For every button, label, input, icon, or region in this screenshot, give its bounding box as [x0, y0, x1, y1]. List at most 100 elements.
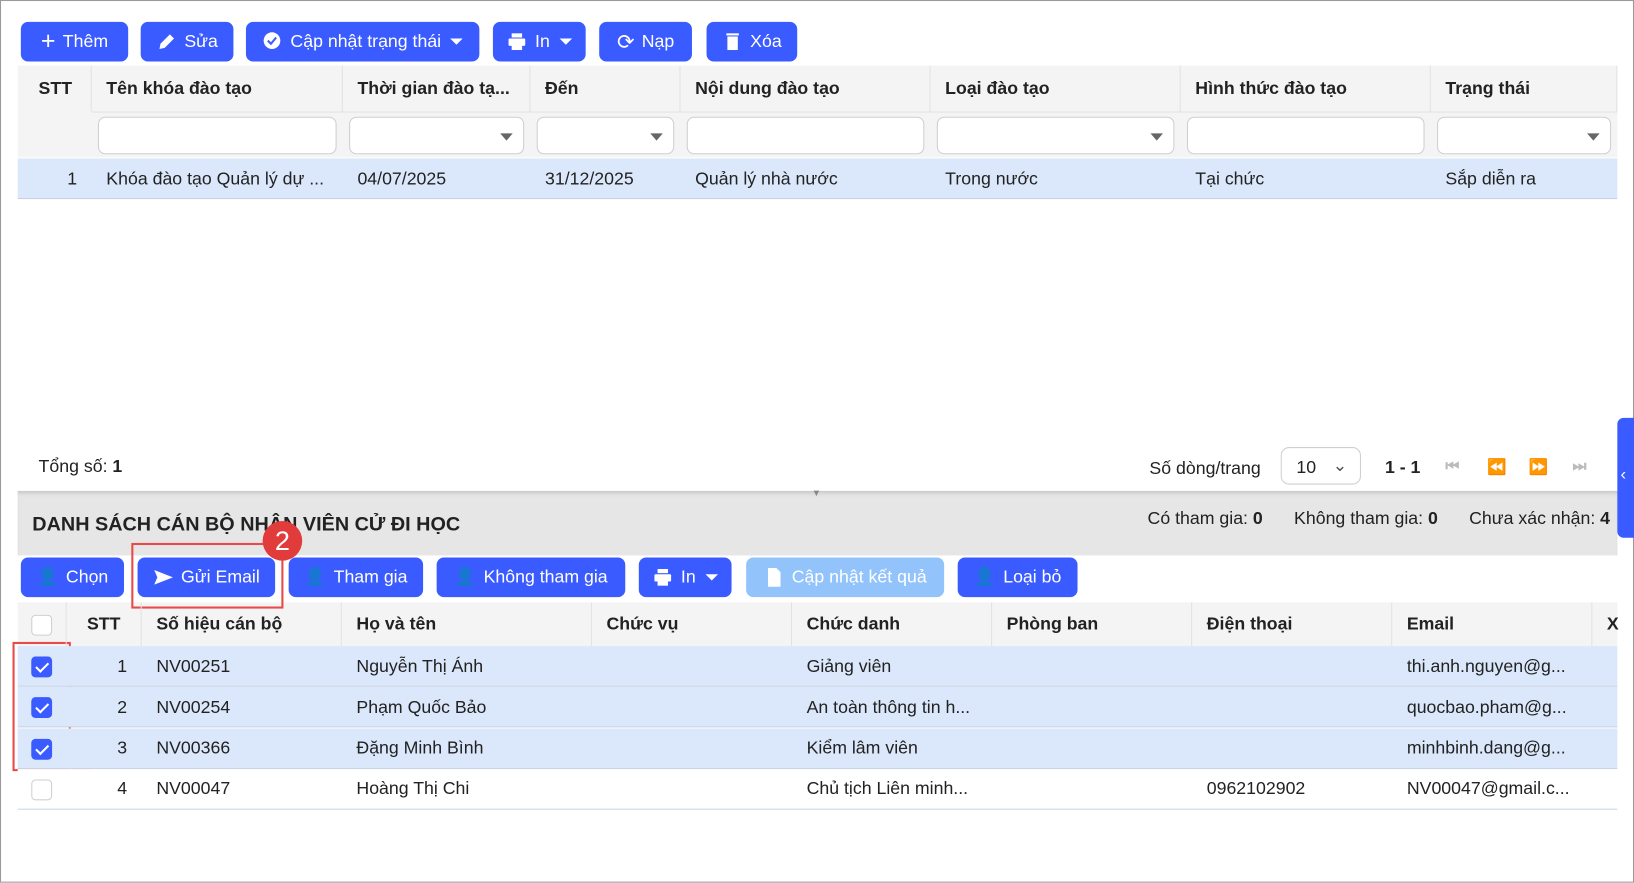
cell-title: Giảng viên	[806, 656, 892, 676]
delete-label: Xóa	[750, 31, 782, 52]
side-panel-toggle[interactable]: ‹	[1617, 417, 1634, 538]
row-checkbox[interactable]	[31, 697, 53, 719]
plus-icon: +	[40, 27, 56, 56]
column-filter-input[interactable]	[349, 116, 525, 155]
last-page-icon[interactable]: ⏭	[1573, 457, 1587, 475]
column-header[interactable]: STT	[18, 65, 92, 112]
cell-phone	[1192, 687, 1392, 728]
column-header[interactable]: Thời gian đào tạ...	[343, 65, 531, 112]
column-header[interactable]: Trạng thái	[1431, 65, 1618, 112]
join-button[interactable]: 👤 Tham gia	[288, 557, 424, 598]
print-button[interactable]: In	[492, 21, 586, 62]
staff-print-label: In	[680, 566, 696, 587]
column-header[interactable]: Phòng ban	[992, 602, 1193, 647]
reload-button[interactable]: ⟳ Nạp	[599, 21, 692, 62]
cell-email: quocbao.pham@g...	[1406, 696, 1567, 717]
update-result-label: Cập nhật kết quả	[791, 566, 927, 587]
update-result-button[interactable]: Cập nhật kết quả	[746, 557, 945, 598]
column-filter-input[interactable]	[1437, 116, 1612, 155]
column-filter-input[interactable]	[686, 116, 925, 155]
section-title: DANH SÁCH CÁN BỘ NHÂN VIÊN CỬ ĐI HỌC	[32, 513, 461, 536]
caret-down-icon	[450, 38, 464, 45]
table-row[interactable]: 4 NV00047 Hoàng Thị Chi Chủ tịch Liên minh.…	[17, 768, 1618, 810]
cell-to: 31/12/2025	[545, 168, 634, 189]
cell-form: Tại chức	[1195, 168, 1265, 189]
caret-down-icon	[559, 38, 572, 45]
attendance-stats: Có tham gia: 0 Không tham gia: 0 Chưa xá…	[1148, 509, 1611, 530]
caret-down-icon	[650, 133, 663, 141]
cell-title: Chủ tịch Liên minh...	[806, 778, 969, 799]
cell-position	[592, 646, 792, 687]
join-label: Tham gia	[333, 566, 408, 587]
column-header[interactable]: Tên khóa đào tạo	[92, 65, 343, 112]
page-size-select[interactable]: 10 ⌄	[1280, 447, 1361, 485]
edit-label: Sửa	[184, 31, 218, 52]
prev-page-icon[interactable]: ⏪	[1487, 457, 1506, 477]
next-page-icon[interactable]: ⏩	[1529, 457, 1548, 477]
choose-button[interactable]: 👤 Chọn	[20, 557, 125, 598]
column-filter-input[interactable]	[97, 116, 337, 155]
cell-code: NV00254	[156, 696, 231, 717]
cell-name: Khóa đào tạo Quản lý dự ...	[106, 168, 324, 189]
chevron-down-icon: ⌄	[1332, 455, 1348, 476]
total-count: Tổng số: 1	[38, 456, 123, 477]
header-divider	[65, 602, 67, 647]
document-icon	[767, 567, 781, 587]
cell-name: Hoàng Thị Chi	[356, 778, 470, 799]
row-checkbox[interactable]	[31, 738, 53, 760]
splitter-handle[interactable]: ▼	[812, 488, 821, 498]
add-button[interactable]: + Thêm	[20, 21, 129, 62]
column-header[interactable]: X	[1592, 602, 1619, 646]
update-status-label: Cập nhật trạng thái	[290, 31, 442, 52]
courses-table-row[interactable]: 1 Khóa đào tạo Quản lý dự ... 04/07/2025 31…	[17, 158, 1618, 200]
not-join-button[interactable]: 👤 Không tham gia	[436, 557, 626, 598]
update-status-button[interactable]: Cập nhật trạng thái	[245, 21, 480, 62]
cell-name: Nguyễn Thị Ánh	[356, 656, 484, 676]
stat-unconfirmed: Chưa xác nhận: 4	[1469, 508, 1611, 529]
user-minus-icon: 👤	[973, 566, 996, 587]
row-checkbox[interactable]	[31, 656, 53, 678]
column-filter-input[interactable]	[536, 116, 675, 155]
cell-status: Sắp diễn ra	[1445, 168, 1537, 189]
caret-down-icon	[1587, 133, 1600, 141]
column-header[interactable]: Đến	[530, 65, 681, 112]
user-add-icon: 👤	[36, 566, 59, 587]
first-page-icon[interactable]: ⏮	[1445, 457, 1459, 475]
cell-position	[592, 769, 792, 810]
column-header[interactable]: Nội dung đào tạo	[680, 65, 931, 112]
cell-stt: 1	[117, 656, 128, 676]
cell-from: 04/07/2025	[357, 168, 447, 189]
table-row[interactable]: 1 NV00251 Nguyễn Thị Ánh Giảng viên thi.anh.…	[17, 646, 1618, 687]
user-check-icon: 👤	[304, 566, 327, 587]
column-header[interactable]: Hình thức đào tạo	[1181, 65, 1431, 112]
column-header[interactable]: Điện thoại	[1192, 602, 1393, 647]
app-window: + Thêm Sửa Cập nhật trạng thái In ⟳ Nạp Xó…	[0, 0, 1634, 883]
table-row[interactable]: 2 NV00254 Phạm Quốc Bảo An toàn thông tin h…	[17, 687, 1618, 728]
cell-position	[592, 687, 792, 728]
column-header[interactable]: Chức danh	[792, 602, 993, 647]
table-row[interactable]: 3 NV00366 Đặng Minh Bình Kiểm lâm viên minhb…	[17, 728, 1618, 769]
row-checkbox[interactable]	[31, 779, 53, 801]
cell-code: NV00251	[156, 656, 231, 676]
column-header[interactable]: Email	[1392, 602, 1593, 647]
header-divider	[91, 111, 1618, 113]
column-header[interactable]: Số hiệu cán bộ	[142, 602, 342, 647]
column-header[interactable]: STT	[67, 602, 142, 647]
remove-button[interactable]: 👤 Loại bỏ	[957, 557, 1078, 598]
column-header[interactable]: Loại đào tạo	[931, 65, 1181, 112]
annotation-box-send-email	[131, 542, 284, 609]
cell-title: Kiểm lâm viên	[806, 737, 918, 758]
remove-label: Loại bỏ	[1003, 566, 1062, 587]
column-header[interactable]: Họ và tên	[342, 602, 592, 647]
edit-button[interactable]: Sửa	[140, 21, 234, 62]
stat-not-attending: Không tham gia: 0	[1294, 508, 1438, 529]
select-all-checkbox[interactable]	[31, 614, 53, 636]
column-filter-input[interactable]	[1186, 116, 1425, 155]
column-header[interactable]: Chức vụ	[592, 602, 792, 647]
cell-content: Quản lý nhà nước	[695, 168, 838, 189]
printer-icon	[508, 33, 526, 51]
delete-button[interactable]: Xóa	[706, 21, 798, 62]
staff-print-button[interactable]: In	[638, 557, 732, 598]
column-filter-input[interactable]	[936, 116, 1175, 155]
printer-icon	[654, 568, 672, 586]
